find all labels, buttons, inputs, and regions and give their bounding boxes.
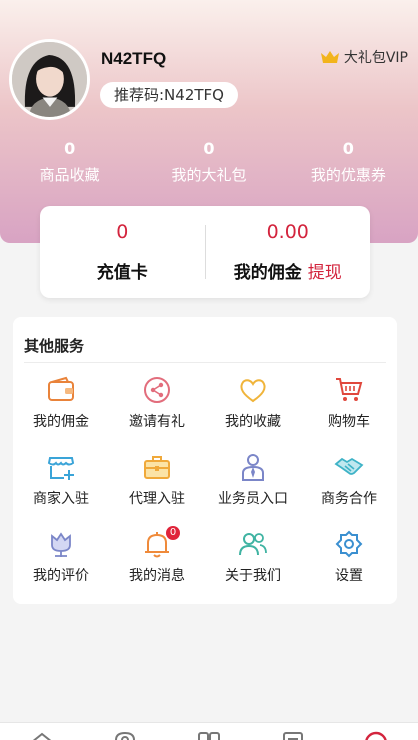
service-business-cooperation[interactable]: 商务合作 [301,449,397,526]
bottom-tab-bar [0,722,418,740]
avatar[interactable] [9,39,90,120]
service-label: 商家入驻 [33,491,89,507]
service-label: 我的佣金 [33,414,89,430]
crown-icon [320,51,339,63]
commission-row: 我的佣金 提现 [206,258,371,283]
recharge-value: 0 [116,221,129,243]
stat-value: 0 [64,139,76,158]
wallet-card: 0 充值卡 0.00 我的佣金 提现 [40,206,370,298]
service-label: 商务合作 [321,491,377,507]
divider [24,362,386,363]
service-agent-join[interactable]: 代理入驻 [109,449,205,526]
services-grid: 我的佣金 邀请有礼 我的收藏 购物车 商家入驻 代理入驻 业务员入口 商务合作 … [13,372,397,603]
commission-value: 0.00 [266,221,309,243]
commission-label: 我的佣金 [233,263,302,283]
service-favorites[interactable]: 我的收藏 [205,372,301,449]
tab-orders[interactable] [251,723,335,740]
service-label: 关于我们 [225,568,281,584]
location-icon [115,731,136,740]
service-label: 我的消息 [129,568,185,584]
recharge-card-section[interactable]: 0 充值卡 [40,221,205,283]
flower-icon [51,532,71,557]
referral-code[interactable]: 推荐码:N42TFQ [100,82,238,108]
vip-badge[interactable]: 大礼包VIP [320,47,408,67]
recharge-label: 充值卡 [96,263,148,283]
wallet-icon [48,376,74,401]
stats-row: 0 商品收藏 0 我的大礼包 0 我的优惠券 [0,140,418,185]
stat-gift-packs[interactable]: 0 我的大礼包 [139,140,278,185]
profile-icon [365,731,387,740]
service-label: 业务员入口 [218,491,288,507]
service-my-commission[interactable]: 我的佣金 [13,372,109,449]
salesman-icon [242,454,264,481]
tab-nearby[interactable] [84,723,168,740]
tab-home[interactable] [0,723,84,740]
cart-icon [336,378,363,401]
service-label: 代理入驻 [129,491,185,507]
share-icon [144,377,170,403]
stat-favorites[interactable]: 0 商品收藏 [0,140,139,185]
tab-profile[interactable] [334,723,418,740]
service-cart[interactable]: 购物车 [301,372,397,449]
commission-section[interactable]: 0.00 我的佣金 提现 [206,221,371,283]
avatar-image [12,42,87,117]
service-invite[interactable]: 邀请有礼 [109,372,205,449]
service-label: 购物车 [328,414,370,430]
tab-category[interactable] [167,723,251,740]
vip-label: 大礼包VIP [343,50,408,66]
people-icon [239,533,267,556]
services-title: 其他服务 [24,337,85,355]
username: N42TFQ [101,49,167,68]
stat-label: 我的优惠券 [310,166,386,184]
service-my-messages[interactable]: 0 我的消息 [109,526,205,603]
service-salesman[interactable]: 业务员入口 [205,449,301,526]
stat-coupons[interactable]: 0 我的优惠券 [279,140,418,185]
service-label: 邀请有礼 [129,414,185,430]
service-label: 我的收藏 [225,414,281,430]
service-settings[interactable]: 设置 [301,526,397,603]
stat-label: 商品收藏 [39,166,100,184]
service-label: 设置 [335,568,363,584]
settings-icon [335,530,363,558]
home-icon [32,732,51,740]
service-label: 我的评价 [33,568,89,584]
unread-badge: 0 [166,526,180,540]
stat-label: 我的大礼包 [171,166,247,184]
services-panel: 其他服务 我的佣金 邀请有礼 我的收藏 购物车 商家入驻 代理入驻 业务员入口 … [13,317,397,604]
store-icon [47,457,75,480]
heart-icon [240,379,266,403]
stat-value: 0 [342,139,354,158]
handshake-icon [334,457,364,475]
category-icon [197,732,220,740]
withdraw-link[interactable]: 提现 [308,263,342,283]
briefcase-icon [144,456,170,479]
service-my-reviews[interactable]: 我的评价 [13,526,109,603]
orders-icon [282,732,303,740]
service-about-us[interactable]: 关于我们 [205,526,301,603]
stat-value: 0 [203,139,215,158]
service-merchant-join[interactable]: 商家入驻 [13,449,109,526]
